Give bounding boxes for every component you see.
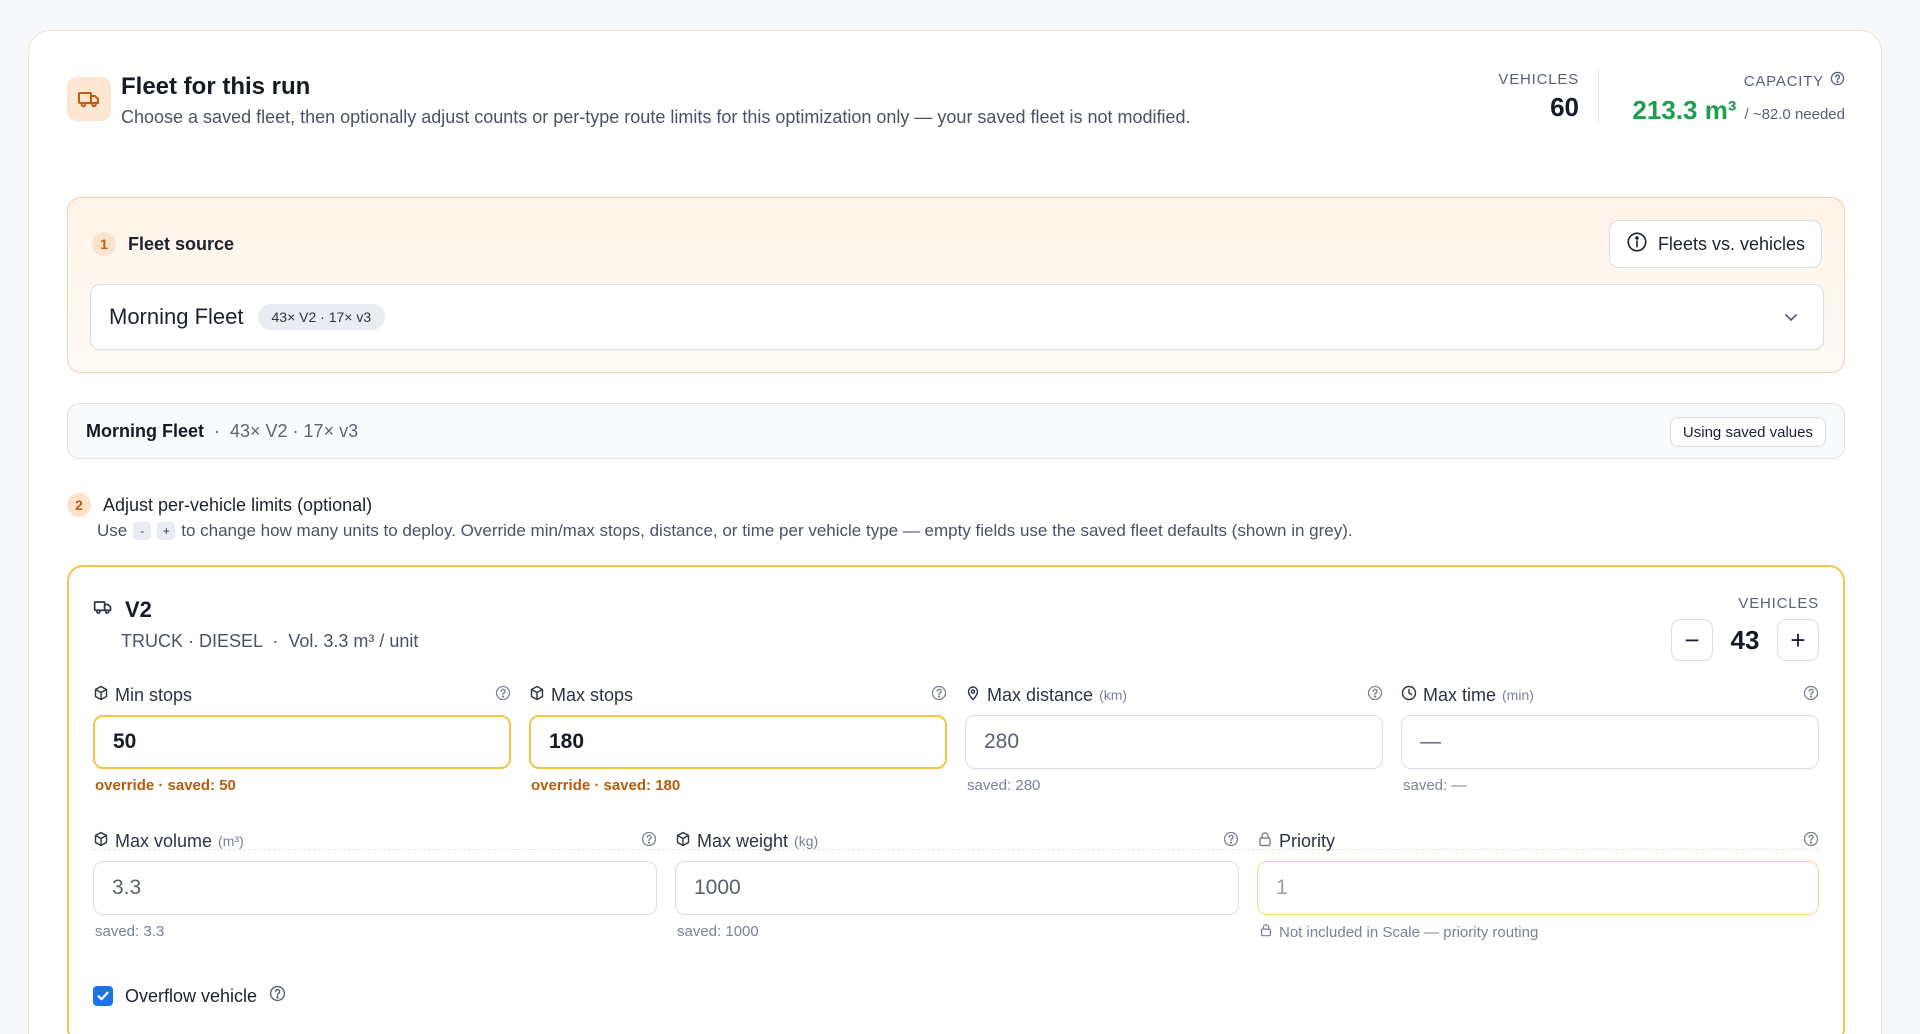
fleets-vs-vehicles-button[interactable]: Fleets vs. vehicles [1608, 220, 1822, 268]
priority-note-text: Not included in Scale — priority routing [1279, 923, 1539, 941]
vehicles-stat-label: VEHICLES [1498, 71, 1579, 88]
max-volume-field: Max volume (m³) 3.3 saved: 3.3 [93, 829, 657, 940]
max-distance-field: Max distance (km) 280 saved: 280 [965, 683, 1383, 794]
max-time-input[interactable]: — [1401, 715, 1819, 769]
vehicle-type-meta: TRUCK · DIESEL · Vol. 3.3 m³ / unit [121, 631, 419, 651]
max-weight-input[interactable]: 1000 [675, 861, 1239, 915]
vehicles-stat-value: 60 [1550, 92, 1579, 122]
fleets-vs-vehicles-label: Fleets vs. vehicles [1657, 233, 1805, 254]
min-stops-field: Min stops 50 override · saved: 50 [93, 683, 511, 794]
max-time-field: Max time (min) — saved: — [1401, 683, 1819, 794]
capacity-stat: CAPACITY 213.3 m³ / ~82.0 needed [1632, 71, 1845, 126]
max-time-label: Max time [1423, 684, 1497, 705]
max-stops-note: override · saved: 180 [531, 777, 681, 794]
lock-icon [1257, 831, 1273, 852]
max-weight-label: Max weight [697, 830, 789, 851]
max-stops-label: Max stops [551, 684, 634, 705]
box-icon [93, 685, 109, 706]
vehicle-type-name: V2 [125, 597, 152, 622]
overflow-checkbox[interactable] [93, 986, 113, 1006]
help-suffix: to change how many units to deploy. Over… [181, 521, 1353, 540]
lock-icon [1259, 923, 1273, 941]
min-stops-input[interactable]: 50 [93, 715, 511, 769]
truck-icon [67, 77, 111, 121]
increment-button[interactable]: + [1777, 619, 1819, 661]
max-volume-unit: (m³) [218, 833, 244, 849]
help-icon[interactable] [641, 831, 657, 852]
priority-label: Priority [1279, 830, 1336, 851]
box-icon [529, 685, 545, 706]
fleet-summary-bar: Morning Fleet · 43× V2 · 17× v3 Using sa… [67, 403, 1845, 459]
max-volume-label: Max volume [115, 830, 213, 851]
max-time-note: saved: — [1403, 777, 1467, 794]
help-icon[interactable] [269, 985, 286, 1007]
adjust-limits-heading: 2 Adjust per-vehicle limits (optional) [67, 493, 372, 517]
status-badge: Using saved values [1669, 417, 1826, 447]
min-stops-label: Min stops [115, 684, 193, 705]
page-subtitle: Choose a saved fleet, then optionally ad… [121, 107, 1191, 127]
priority-note: Not included in Scale — priority routing [1257, 923, 1819, 941]
minus-key-hint: - [133, 522, 152, 540]
help-icon[interactable] [1223, 831, 1239, 852]
info-icon [1626, 231, 1648, 258]
max-distance-unit: (km) [1099, 687, 1128, 703]
help-icon[interactable] [1803, 831, 1819, 852]
fleet-source-label: Fleet source [128, 233, 235, 254]
capacity-stat-label: CAPACITY [1743, 72, 1824, 90]
help-icon[interactable] [1367, 685, 1383, 706]
vehicle-count-value: 43 [1730, 624, 1760, 655]
vehicle-type-card: V2 TRUCK · DIESEL · Vol. 3.3 m³ / unit V… [67, 565, 1845, 1034]
max-weight-field: Max weight (kg) 1000 saved: 1000 [675, 829, 1239, 940]
min-stops-note: override · saved: 50 [95, 777, 236, 794]
capacity-needed: / ~82.0 needed [1744, 106, 1845, 123]
max-distance-note: saved: 280 [967, 777, 1041, 794]
overflow-vehicle-toggle: Overflow vehicle [93, 985, 286, 1007]
overflow-label: Overflow vehicle [125, 985, 258, 1006]
summary-fleet-name: Morning Fleet [86, 420, 204, 441]
step-number-1: 1 [92, 232, 116, 256]
help-icon[interactable] [1803, 685, 1819, 706]
capacity-help-icon[interactable] [1830, 71, 1845, 91]
step-number-2: 2 [67, 493, 91, 517]
max-stops-input[interactable]: 180 [529, 715, 947, 769]
box-icon [675, 831, 691, 852]
summary-separator: · [214, 420, 220, 441]
truck-icon [93, 597, 113, 623]
vehicle-count-label: VEHICLES [1738, 595, 1819, 612]
max-volume-input[interactable]: 3.3 [93, 861, 657, 915]
fleet-select-value: Morning Fleet [109, 304, 244, 329]
capacity-value: 213.3 m³ [1632, 95, 1737, 125]
vehicles-stat: VEHICLES 60 [1498, 71, 1579, 123]
max-weight-note: saved: 1000 [677, 923, 759, 940]
page-title: Fleet for this run [121, 73, 311, 100]
help-icon[interactable] [931, 685, 947, 706]
fleet-select[interactable]: Morning Fleet 43× V2 · 17× v3 [90, 284, 1824, 350]
priority-field: Priority 1 Not included in Scale — prior… [1257, 829, 1819, 941]
chevron-down-icon [1781, 307, 1801, 332]
box-icon [93, 831, 109, 852]
fleet-source-section: 1 Fleet source Fleets vs. vehicles Morni… [67, 197, 1845, 373]
help-prefix: Use [97, 521, 128, 540]
adjust-limits-help: Use - + to change how many units to depl… [97, 521, 1353, 541]
max-stops-field: Max stops 180 override · saved: 180 [529, 683, 947, 794]
max-weight-unit: (kg) [794, 833, 819, 849]
plus-key-hint: + [157, 522, 176, 540]
map-pin-icon [965, 685, 981, 706]
priority-input: 1 [1257, 861, 1819, 915]
help-icon[interactable] [495, 685, 511, 706]
fleet-card: Fleet for this run Choose a saved fleet,… [28, 30, 1882, 1034]
max-distance-label: Max distance [987, 684, 1094, 705]
decrement-button[interactable]: − [1671, 619, 1713, 661]
max-volume-note: saved: 3.3 [95, 923, 165, 940]
max-distance-input[interactable]: 280 [965, 715, 1383, 769]
clock-icon [1401, 685, 1417, 706]
max-time-unit: (min) [1502, 687, 1534, 703]
vehicle-count-stepper: − 43 + [1671, 619, 1819, 661]
fleet-composition-chip: 43× V2 · 17× v3 [257, 304, 386, 330]
adjust-limits-label: Adjust per-vehicle limits (optional) [103, 494, 373, 515]
summary-fleet-detail: 43× V2 · 17× v3 [230, 420, 359, 441]
stat-divider [1598, 69, 1599, 123]
